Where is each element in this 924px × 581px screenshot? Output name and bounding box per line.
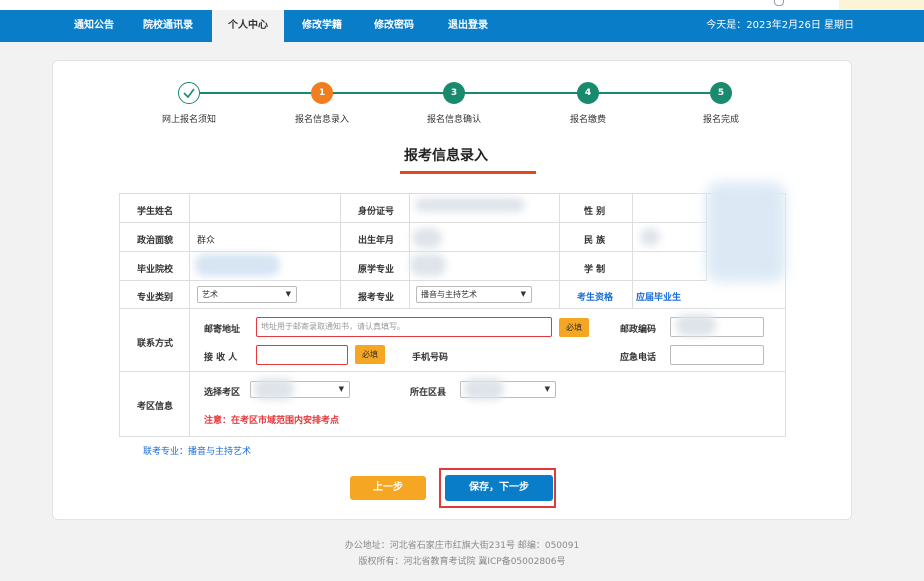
address-required-badge: 必填 <box>559 318 589 337</box>
id-number-value <box>415 198 525 212</box>
chevron-down-icon: ▼ <box>285 290 291 298</box>
postcode-label: 邮政编码 <box>620 325 657 335</box>
student-photo <box>706 182 786 282</box>
apply-major-value: 播音与主持艺术 <box>421 290 477 299</box>
divider <box>119 280 707 281</box>
nav-contacts[interactable]: 院校通讯录 <box>130 10 206 42</box>
footer-address: 办公地址：河北省石家庄市红旗大街231号 邮编：050091 <box>344 541 580 551</box>
step-4-label: 报名缴费 <box>569 115 606 125</box>
step-3-circle: 3 <box>443 82 465 104</box>
student-name-label: 学生姓名 <box>137 207 174 217</box>
graduate-school-label: 毕业院校 <box>137 265 174 275</box>
chevron-down-icon: ▼ <box>520 290 526 298</box>
divider <box>632 193 633 308</box>
gender-label: 性 别 <box>584 207 606 217</box>
district-value <box>464 378 504 400</box>
mobile-label: 手机号码 <box>412 353 449 363</box>
contact-label: 联系方式 <box>137 339 174 349</box>
emergency-phone-input[interactable] <box>670 345 764 365</box>
divider <box>119 222 707 223</box>
united-exam-major: 联考专业：播音与主持艺术 <box>143 447 252 457</box>
title-underline <box>400 171 536 174</box>
top-navbar: 通知公告 院校通讯录 个人中心 修改学籍 修改密码 退出登录 今天是：2023年… <box>0 10 924 42</box>
receiver-required-badge: 必填 <box>355 345 385 364</box>
address-input[interactable]: 地址用于邮寄录取通知书，请认真填写。 <box>256 317 552 337</box>
exam-area-value <box>254 378 294 400</box>
original-major-label: 原学专业 <box>358 265 395 275</box>
nav-change-password[interactable]: 修改密码 <box>362 10 426 42</box>
nav-logout[interactable]: 退出登录 <box>436 10 500 42</box>
divider <box>119 371 786 372</box>
political-status-value: 群众 <box>197 236 216 246</box>
emergency-phone-label: 应急电话 <box>620 353 657 363</box>
qualification-label: 考生资格 <box>577 293 614 303</box>
nav-notice[interactable]: 通知公告 <box>62 10 126 42</box>
step-3-label: 报名信息确认 <box>426 115 481 125</box>
exam-area-label: 考区信息 <box>137 402 174 412</box>
chevron-down-icon: ▼ <box>544 385 550 393</box>
postcode-value <box>676 314 716 336</box>
divider <box>119 251 707 252</box>
select-area-label: 选择考区 <box>204 388 241 398</box>
step-1-label: 网上报名须知 <box>161 115 216 125</box>
area-note: 注意：在考区市域范围内安排考点 <box>204 416 340 426</box>
study-length-label: 学 制 <box>584 265 606 275</box>
graduate-school-value <box>195 254 280 276</box>
page-title: 报考信息录入 <box>404 148 488 164</box>
apply-major-select[interactable]: 播音与主持艺术 ▼ <box>416 286 532 303</box>
birth-date-value <box>412 228 442 248</box>
step-5-label: 报名完成 <box>702 115 739 125</box>
step-2-label: 报名信息录入 <box>294 115 349 125</box>
nav-personal-center[interactable]: 个人中心 <box>212 10 284 42</box>
divider <box>189 193 190 437</box>
divider <box>340 193 341 308</box>
ethnicity-label: 民 族 <box>584 236 606 246</box>
receiver-input[interactable] <box>256 345 348 365</box>
step-5-circle: 5 <box>710 82 732 104</box>
step-4-circle: 4 <box>577 82 599 104</box>
save-next-button[interactable]: 保存，下一步 <box>445 475 553 501</box>
receiver-label: 接 收 人 <box>204 353 238 363</box>
qualification-value: 应届毕业生 <box>636 293 682 303</box>
date-display: 今天是：2023年2月26日 星期日 <box>706 20 854 31</box>
original-major-value <box>410 254 446 276</box>
political-status-label: 政治面貌 <box>137 236 174 246</box>
chevron-down-icon: ▼ <box>338 385 344 393</box>
step-2-circle: 1 <box>311 82 333 104</box>
birth-date-label: 出生年月 <box>358 236 395 246</box>
step-1-check-icon <box>178 82 200 104</box>
major-category-value: 艺术 <box>202 290 218 299</box>
major-category-label: 专业类别 <box>137 293 174 303</box>
prev-step-button[interactable]: 上一步 <box>350 476 426 500</box>
ethnicity-value <box>640 228 660 246</box>
apply-major-label: 报考专业 <box>358 293 395 303</box>
major-category-select[interactable]: 艺术 ▼ <box>197 286 297 303</box>
footer-copyright: 版权所有：河北省教育考试院 冀ICP备05002806号 <box>358 557 566 567</box>
address-label: 邮寄地址 <box>204 325 241 335</box>
top-strip <box>0 0 924 10</box>
id-number-label: 身份证号 <box>358 207 395 217</box>
district-label: 所在区县 <box>410 388 447 398</box>
top-notice-area <box>839 0 924 10</box>
divider <box>409 193 410 308</box>
user-icon[interactable] <box>774 0 784 6</box>
divider <box>119 308 786 309</box>
nav-edit-enrollment[interactable]: 修改学籍 <box>290 10 354 42</box>
divider <box>559 193 560 308</box>
